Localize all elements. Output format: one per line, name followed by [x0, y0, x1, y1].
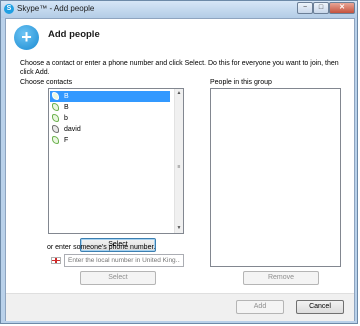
contact-item[interactable]: B — [50, 102, 170, 113]
contact-name: david — [64, 126, 81, 133]
instructions-text: Choose a contact or enter a phone number… — [20, 60, 339, 76]
maximize-button[interactable]: □ — [313, 2, 329, 14]
dialog-content: + Add people Choose a contact or enter a… — [5, 18, 355, 321]
dialog-footer: Add Cancel — [6, 293, 354, 321]
phone-label: or enter someone's phone number. — [47, 244, 156, 251]
dialog-header: + Add people — [6, 19, 354, 55]
phone-number-input[interactable] — [65, 255, 183, 266]
add-people-icon: + — [14, 25, 39, 50]
select-phone-button[interactable]: Select — [80, 271, 156, 285]
dialog-title: Add people — [48, 29, 100, 40]
uk-flag-icon[interactable] — [51, 257, 61, 264]
contact-status-icon — [52, 136, 59, 144]
scroll-up-icon[interactable]: ▲ — [175, 89, 183, 98]
contact-item[interactable]: B — [50, 91, 170, 102]
contact-name: F — [64, 137, 69, 144]
contact-item[interactable]: b — [50, 113, 170, 124]
cancel-button[interactable]: Cancel — [296, 300, 344, 314]
add-button[interactable]: Add — [236, 300, 284, 314]
contact-status-icon — [52, 114, 59, 122]
title-bar[interactable]: S Skype™ - Add people − □ ✕ — [1, 1, 357, 18]
skype-icon: S — [4, 4, 14, 14]
group-members-list[interactable] — [210, 88, 341, 267]
contact-item[interactable]: david — [50, 124, 170, 135]
contacts-list[interactable]: B B b david F ▲ ≡ ▼ — [48, 88, 184, 234]
choose-contacts-label: Choose contacts — [20, 79, 73, 86]
contact-name: B — [64, 93, 69, 100]
remove-button[interactable]: Remove — [243, 271, 319, 285]
contact-item[interactable]: F — [50, 135, 170, 146]
contact-status-icon — [52, 92, 59, 100]
add-people-window: S Skype™ - Add people − □ ✕ + Add people… — [0, 0, 358, 324]
minimize-button[interactable]: − — [297, 2, 313, 14]
group-label: People in this group — [210, 79, 272, 86]
window-title: Skype™ - Add people — [17, 4, 95, 13]
contacts-scrollbar[interactable]: ▲ ≡ ▼ — [174, 89, 183, 233]
phone-number-field[interactable] — [64, 254, 184, 267]
contact-status-icon — [52, 103, 59, 111]
scroll-down-icon[interactable]: ▼ — [175, 224, 183, 233]
close-button[interactable]: ✕ — [329, 2, 355, 14]
contact-name: b — [64, 115, 68, 122]
contact-name: B — [64, 104, 69, 111]
contact-status-icon — [52, 125, 59, 133]
scroll-grip-icon[interactable]: ≡ — [175, 164, 183, 170]
